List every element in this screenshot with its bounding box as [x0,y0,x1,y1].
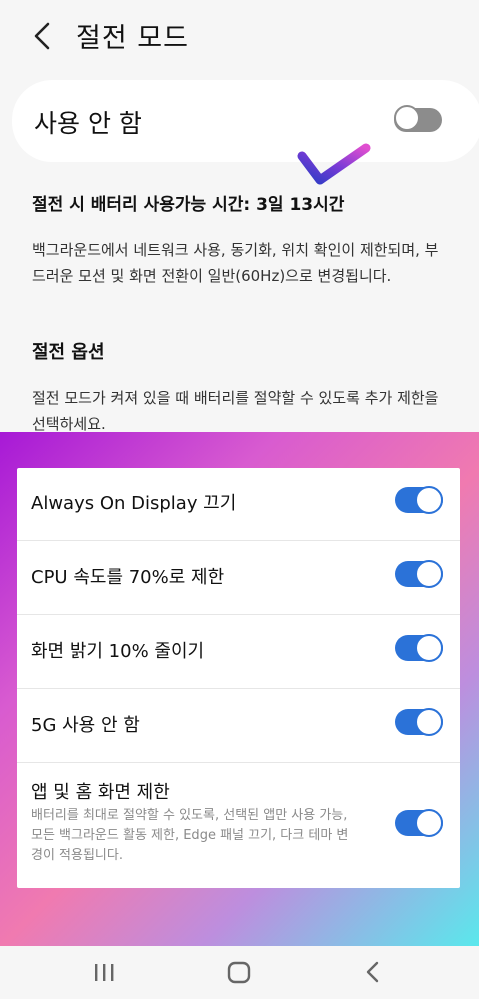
recents-icon[interactable] [84,956,124,988]
option-label: Always On Display 끄기 [31,493,237,514]
toggle-knob [415,634,443,662]
option-toggle-5g[interactable] [395,708,443,736]
app-header: 절전 모드 [0,0,479,70]
option-label: 화면 밝기 10% 줄이기 [31,641,205,662]
checkmark-icon [297,143,371,185]
toggle-knob [415,708,443,736]
options-section-description: 절전 모드가 켜져 있을 때 배터리를 절약할 수 있도록 추가 제한을 선택하… [32,389,439,433]
toggle-knob [415,560,443,588]
battery-time-estimate: 절전 시 배터리 사용가능 시간: 3일 13시간 [32,195,345,215]
options-section-title: 절전 옵션 [32,342,105,363]
option-label: CPU 속도를 70%로 제한 [31,567,225,588]
option-toggle-app-limit[interactable] [395,809,443,837]
back-arrow-icon[interactable] [28,20,58,52]
option-row-app-limit[interactable]: 앱 및 홈 화면 제한 배터리를 최대로 절약할 수 있도록, 선택된 앱만 사… [17,762,460,882]
back-icon[interactable] [353,956,393,988]
option-toggle-aod[interactable] [395,486,443,514]
option-row-5g[interactable]: 5G 사용 안 함 [17,688,460,763]
master-switch-label: 사용 안 함 [34,109,142,138]
navigation-bar [0,946,479,999]
toggle-knob [415,486,443,514]
option-label: 앱 및 홈 화면 제한 [31,782,170,803]
option-toggle-brightness[interactable] [395,634,443,662]
home-icon[interactable] [219,956,259,988]
option-row-aod[interactable]: Always On Display 끄기 [17,468,460,541]
master-switch-card[interactable]: 사용 안 함 [12,80,479,162]
toggle-knob [394,105,420,131]
page-title: 절전 모드 [76,23,189,54]
option-row-cpu[interactable]: CPU 속도를 70%로 제한 [17,540,460,615]
option-sublabel: 배터리를 최대로 절약할 수 있도록, 선택된 앱만 사용 가능, 모든 백그라… [31,808,349,863]
option-toggle-cpu[interactable] [395,560,443,588]
power-saving-description: 백그라운드에서 네트워크 사용, 동기화, 위치 확인이 제한되며, 부드러운 … [32,241,439,285]
options-list: Always On Display 끄기 CPU 속도를 70%로 제한 화면 … [17,468,460,888]
option-row-brightness[interactable]: 화면 밝기 10% 줄이기 [17,614,460,689]
toggle-knob [415,809,443,837]
master-toggle[interactable] [394,105,442,132]
option-label: 5G 사용 안 함 [31,715,140,736]
